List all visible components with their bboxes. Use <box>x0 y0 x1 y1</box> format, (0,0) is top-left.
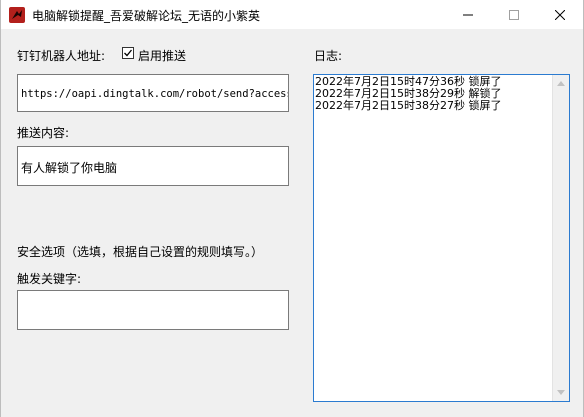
security-options-label: 安全选项（选填，根据自己设置的规则填写。） <box>17 245 264 259</box>
log-scrollbar[interactable] <box>552 75 569 401</box>
log-list: 2022年7月2日15时47分36秒 锁屏了 2022年7月2日15时38分29… <box>315 76 501 112</box>
log-textarea[interactable]: 2022年7月2日15时47分36秒 锁屏了 2022年7月2日15时38分29… <box>313 74 570 402</box>
maximize-icon <box>509 9 519 20</box>
robot-url-value: https://oapi.dingtalk.com/robot/send?acc… <box>21 88 288 100</box>
push-content-input[interactable]: 有人解锁了你电脑 <box>17 146 289 186</box>
chevron-up-icon <box>557 81 565 86</box>
minimize-icon <box>463 14 473 15</box>
robot-url-input[interactable]: https://oapi.dingtalk.com/robot/send?acc… <box>17 74 289 112</box>
app-window: 电脑解锁提醒_吾爱破解论坛_无语的小紫英 钉钉机器人地址: 启用推送 https… <box>0 0 584 417</box>
minimize-button[interactable] <box>445 0 491 29</box>
close-button[interactable] <box>537 0 583 29</box>
app-logo-icon <box>9 7 25 23</box>
scroll-up-button[interactable] <box>553 75 569 92</box>
enable-push-label[interactable]: 启用推送 <box>138 47 186 64</box>
close-icon <box>555 9 565 20</box>
title-bar[interactable]: 电脑解锁提醒_吾爱破解论坛_无语的小紫英 <box>1 0 583 29</box>
log-label: 日志: <box>314 49 343 63</box>
maximize-button[interactable] <box>491 0 537 29</box>
log-entry: 2022年7月2日15时38分27秒 锁屏了 <box>315 99 502 112</box>
checkmark-icon <box>124 49 133 57</box>
window-title: 电脑解锁提醒_吾爱破解论坛_无语的小紫英 <box>32 9 261 23</box>
keyword-input[interactable] <box>17 290 289 330</box>
push-content-value: 有人解锁了你电脑 <box>21 161 118 175</box>
push-content-label: 推送内容: <box>17 126 70 140</box>
robot-url-label: 钉钉机器人地址: <box>17 49 106 63</box>
enable-push-checkbox[interactable] <box>122 47 134 59</box>
chevron-down-icon <box>557 390 565 395</box>
scroll-down-button[interactable] <box>553 384 569 401</box>
keyword-label: 触发关键字: <box>17 272 82 286</box>
